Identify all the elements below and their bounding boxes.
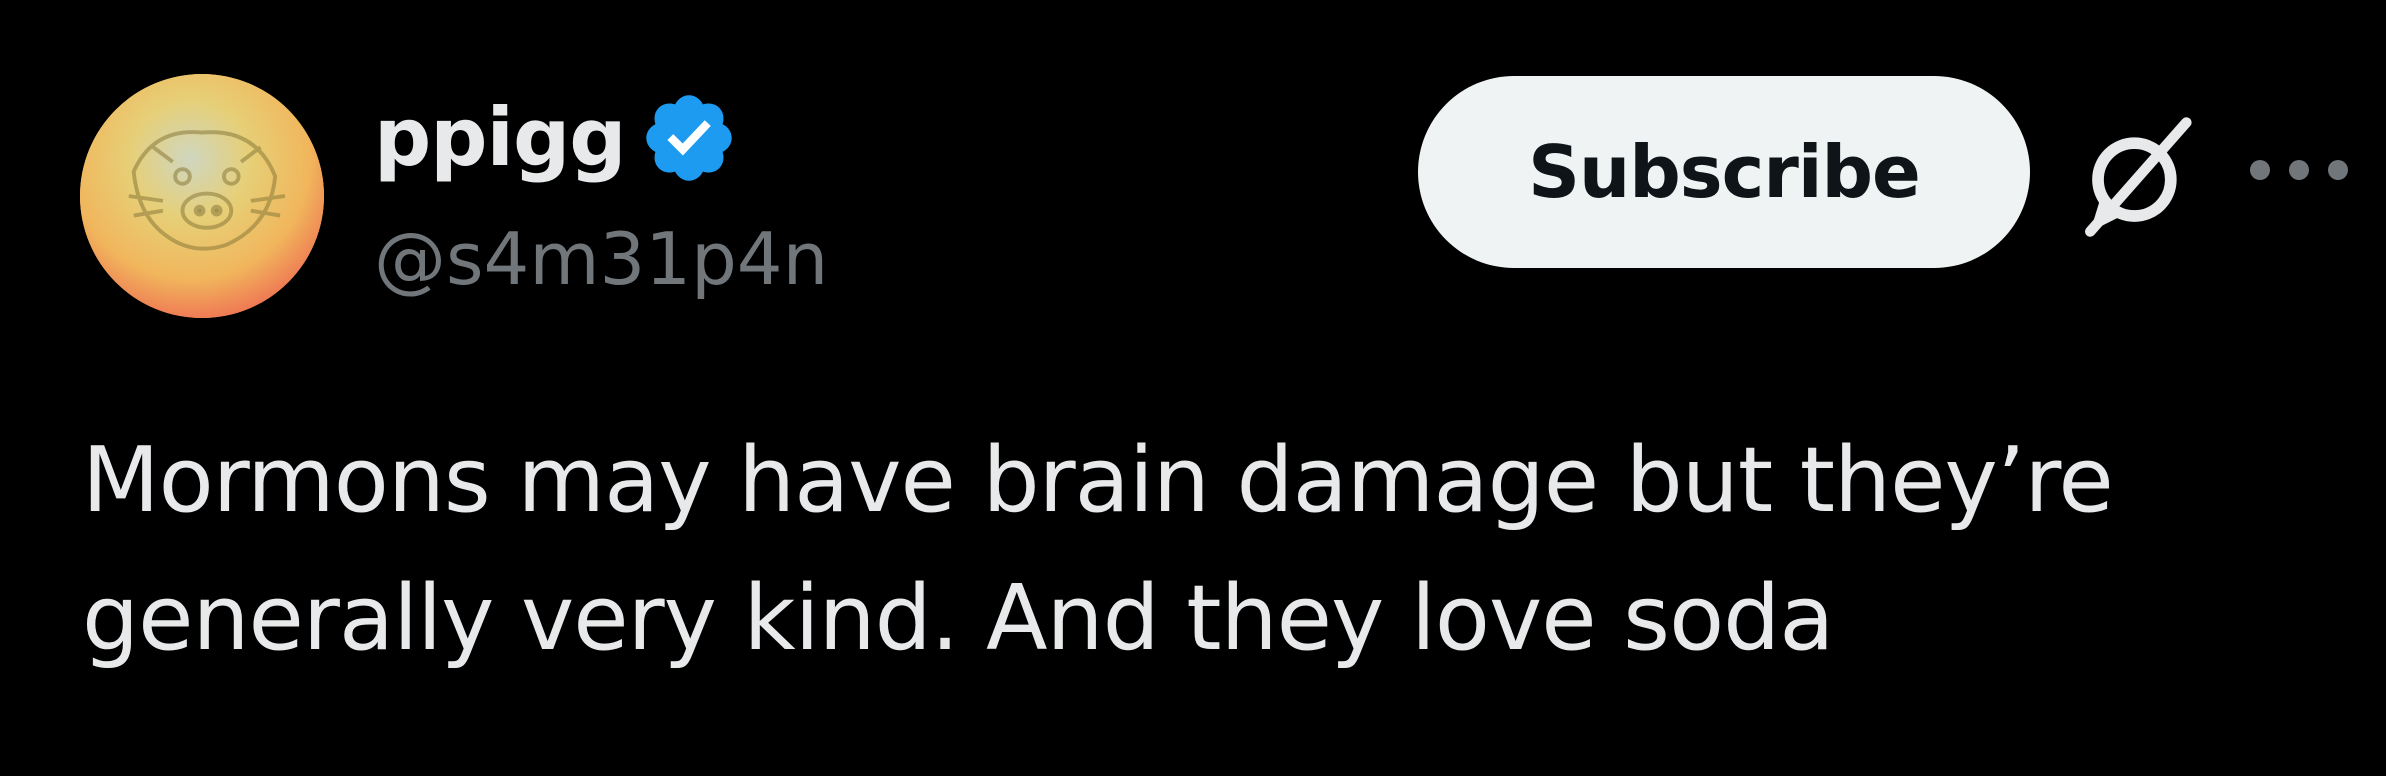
verified-badge-icon[interactable] [639, 88, 739, 188]
author-handle[interactable]: @s4m31p4n [374, 214, 828, 304]
avatar-image [80, 74, 324, 318]
more-icon[interactable] [2244, 140, 2354, 200]
avatar[interactable] [80, 74, 324, 318]
subscribe-button[interactable]: Subscribe [1418, 76, 2030, 268]
grok-icon[interactable] [2072, 112, 2202, 242]
tweet-text: Mormons may have brain damage but they’r… [82, 428, 2141, 671]
tweet: ppigg @s4m31p4n Subscribe Mormons may ha… [0, 0, 2386, 776]
author-name-row: ppigg [374, 88, 739, 188]
author-display-name[interactable]: ppigg [374, 88, 626, 188]
